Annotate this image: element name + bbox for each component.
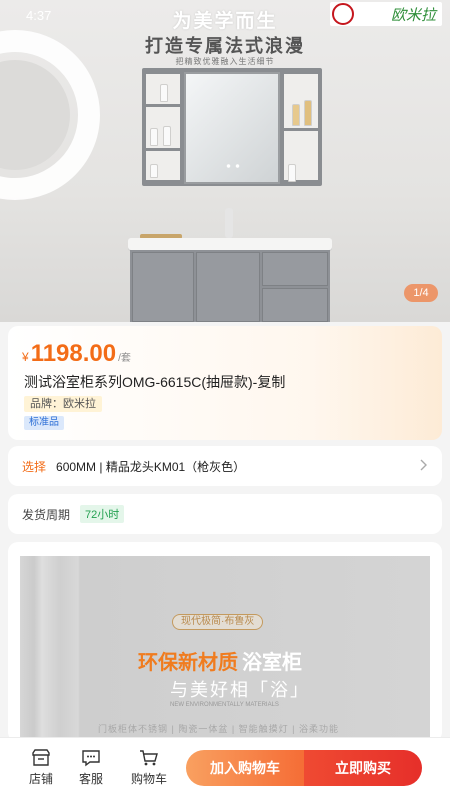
hero-tagline: 把精致优雅融入生活细节 xyxy=(175,57,275,66)
standard-tag: 标准品 xyxy=(24,416,64,430)
bottle xyxy=(163,126,171,146)
product-image-carousel[interactable]: 4:37 为美学而生 打造专属法式浪漫 把精致优雅融入生活细节 欧米拉 1/4 xyxy=(0,0,450,322)
product-title: 测试浴室柜系列OMG-6615C(抽屉款)-复制 xyxy=(24,374,286,390)
cabinet-drawer xyxy=(262,252,328,286)
shipping-row: 发货周期 72小时 xyxy=(8,494,442,534)
bottle xyxy=(304,100,312,126)
buy-now-button[interactable]: 立即购买 xyxy=(304,750,422,786)
carousel-pager: 1/4 xyxy=(404,284,438,302)
price-unit: /套 xyxy=(118,353,131,364)
service-chat-icon xyxy=(66,748,116,768)
product-detail-section: 现代极简·布鲁灰 环保新材质 浴室柜 与美好相「浴」 NEW ENVIRONME… xyxy=(8,542,442,742)
cart-label: 购物车 xyxy=(130,772,167,786)
brand-logo: 欧米拉 xyxy=(330,2,442,26)
bottle xyxy=(292,104,300,126)
price: ¥ 1198.00 /套 xyxy=(22,340,131,368)
service-label: 客服 xyxy=(78,772,103,786)
detail-headline-c: 与美好相「浴」 xyxy=(170,680,310,700)
store-label: 店铺 xyxy=(28,772,53,786)
chevron-right-icon xyxy=(418,458,428,474)
detail-style-pill: 现代极简·布鲁灰 xyxy=(172,614,264,630)
shopping-cart-icon xyxy=(122,748,176,768)
faucet xyxy=(225,208,233,238)
bottle xyxy=(150,128,158,146)
store-button[interactable]: 店铺 xyxy=(16,748,66,787)
spec-label: 选择 xyxy=(22,459,47,474)
detail-headline-b: 浴室柜 xyxy=(242,652,302,674)
cart-nav-button[interactable]: 购物车 xyxy=(122,748,176,787)
add-to-cart-button[interactable]: 加入购物车 xyxy=(186,750,304,786)
brand-seal-icon xyxy=(332,3,354,25)
spec-select-row[interactable]: 选择 600MM | 精品龙头KM01（枪灰色） xyxy=(8,446,442,486)
cabinet-door xyxy=(132,252,194,322)
store-icon xyxy=(16,748,66,768)
cabinet-door xyxy=(196,252,260,322)
detail-features: 门板柜体不锈钢 | 陶瓷一体盆 | 智能触摸灯 | 浴柔功能 xyxy=(98,724,340,734)
brand-logo-text: 欧米拉 xyxy=(390,5,436,24)
cabinet-mirror xyxy=(184,72,280,184)
bottom-action-bar: 店铺 客服 购物车 加入购物车 立即购买 xyxy=(0,738,450,800)
service-button[interactable]: 客服 xyxy=(66,748,116,787)
cabinet-drawer xyxy=(262,288,328,322)
shipping-label: 发货周期 xyxy=(22,507,71,522)
bottle xyxy=(288,164,296,182)
shipping-period-badge: 72小时 xyxy=(80,505,125,523)
bottle xyxy=(150,164,158,178)
bottle xyxy=(160,84,168,102)
detail-headline-a: 环保新材质 xyxy=(138,652,238,674)
detail-banner-image: 现代极简·布鲁灰 环保新材质 浴室柜 与美好相「浴」 NEW ENVIRONME… xyxy=(20,556,430,742)
brand-tag: 品牌：欧米拉 xyxy=(24,396,102,412)
price-value: 1198.00 xyxy=(30,340,117,367)
detail-english-text: NEW ENVIRONMENTALLY MATERIALS xyxy=(170,702,279,708)
basin-counter xyxy=(128,238,332,250)
price-currency: ¥ xyxy=(22,350,29,364)
price-card: ¥ 1198.00 /套 测试浴室柜系列OMG-6615C(抽屉款)-复制 品牌… xyxy=(8,326,442,440)
spec-value: 600MM | 精品龙头KM01（枪灰色） xyxy=(56,459,246,474)
hero-subheadline: 打造专属法式浪漫 xyxy=(145,36,305,57)
